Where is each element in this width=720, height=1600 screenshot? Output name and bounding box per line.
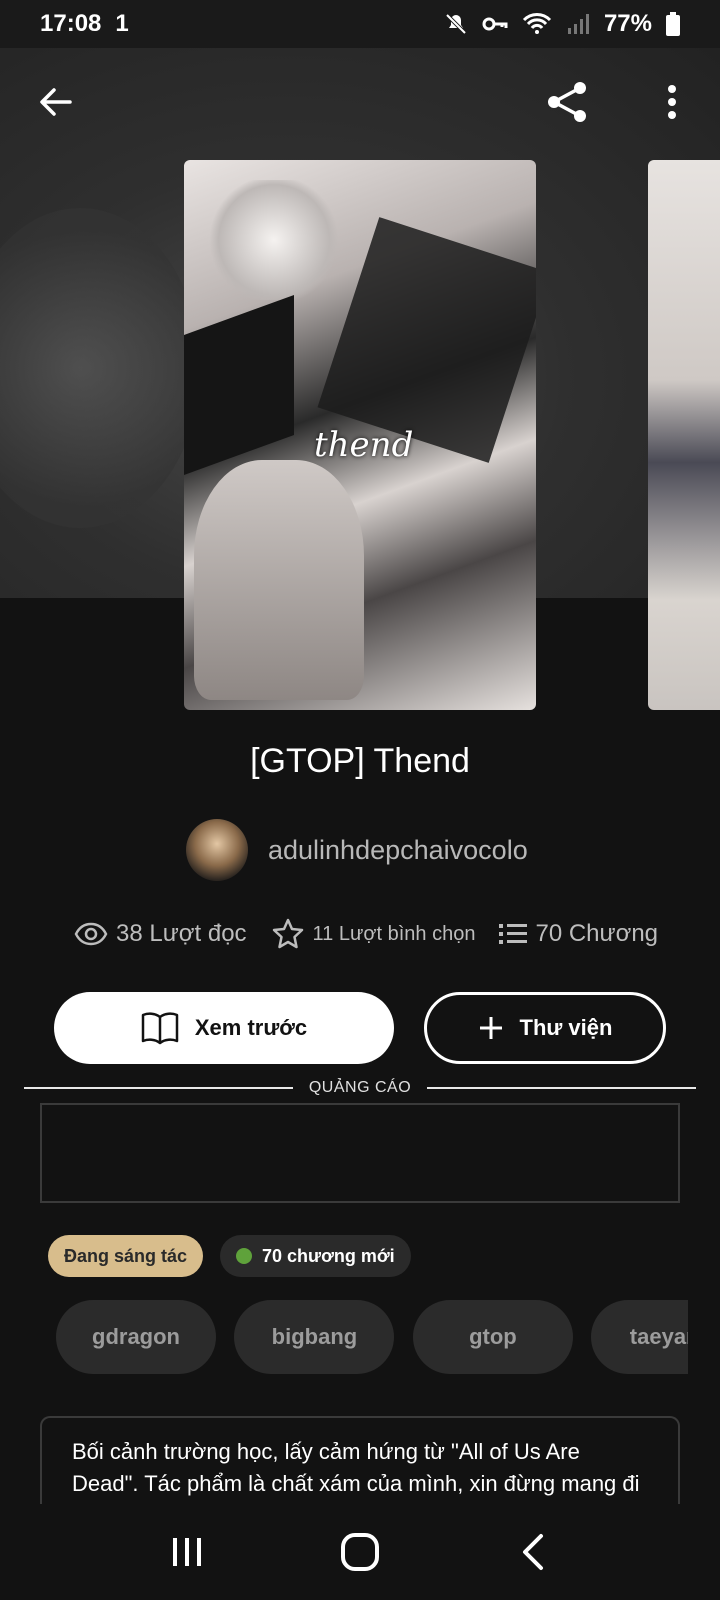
hero-blur [0,208,200,528]
chapters-count: 70 Chương [535,920,659,947]
tag-list: gdragon bigbang gtop taeyang [56,1300,688,1376]
wifi-icon [522,13,552,34]
tag-chip[interactable]: gdragon [56,1300,216,1374]
cover-script: thend [314,425,414,465]
share-icon [548,82,586,122]
ad-slot[interactable] [40,1103,680,1203]
back-icon [523,1534,544,1570]
status-icons: 77% [444,10,680,38]
back-arrow-icon [40,88,72,116]
ad-divider-right [427,1087,697,1089]
battery-percent: 77% [603,10,652,37]
eye-icon [74,922,108,946]
tag-chip[interactable]: bigbang [234,1300,395,1374]
new-chapters-label: 70 chương mới [262,1245,395,1266]
next-story-cover[interactable] [648,160,720,710]
tag-chip[interactable]: taeyang [591,1300,688,1374]
reads-count: 38 Lượt đọc [116,920,247,947]
author-name[interactable]: adulinhdepchaivocolo [268,835,528,866]
cover-portrait [194,460,364,700]
more-options-button[interactable] [648,78,696,126]
list-icon [499,924,528,944]
system-nav-bar [0,1504,720,1600]
ad-label-row: QUẢNG CÁO [24,1076,697,1100]
cover-flower [204,180,344,300]
new-dot-icon [236,1248,252,1264]
more-vertical-icon [668,85,676,119]
preview-label: Xem trước [194,1015,308,1040]
signal-icon [567,14,589,34]
recent-apps-button[interactable] [157,1522,217,1582]
back-button[interactable] [32,78,80,126]
share-button[interactable] [544,78,592,126]
votes-count: 11 Lượt bình chọn [312,922,476,945]
star-icon [272,918,303,949]
story-cover[interactable]: thend [184,160,536,710]
home-icon [340,1533,379,1571]
battery-icon [666,12,680,36]
plus-icon [479,1017,502,1039]
avatar[interactable] [186,819,248,881]
votes-stat: 11 Lượt bình chọn [271,917,476,951]
status-badge: Đang sáng tác [48,1235,204,1277]
author-row[interactable]: adulinhdepchaivocolo [186,818,528,882]
home-button[interactable] [330,1522,390,1582]
ad-label: QUẢNG CÁO [308,1079,412,1096]
status-time: 17:08 [40,10,102,37]
stats-row: 38 Lượt đọc 11 Lượt bình chọn 70 Chương [74,914,682,954]
recent-apps-icon [172,1538,201,1566]
cover-dark-panel [184,294,294,476]
book-open-icon [141,1012,179,1045]
status-bar: 17:08 1 77% [0,0,720,48]
chapters-stat: 70 Chương [499,920,658,948]
preview-button[interactable]: Xem trước [54,992,394,1064]
ad-divider-left [24,1087,293,1089]
back-nav-button[interactable] [503,1522,563,1582]
new-chapters-badge: 70 chương mới [220,1235,411,1277]
add-to-library-button[interactable]: Thư viện [424,992,666,1064]
story-title: [GTOP] Thend [250,742,470,780]
vpn-key-icon [482,17,508,31]
sim-indicator: 1 [115,10,129,37]
library-label: Thư viện [519,1015,613,1040]
tag-chip[interactable]: gtop [412,1300,573,1374]
mute-icon [445,13,467,35]
reads-stat: 38 Lượt đọc [74,920,247,948]
